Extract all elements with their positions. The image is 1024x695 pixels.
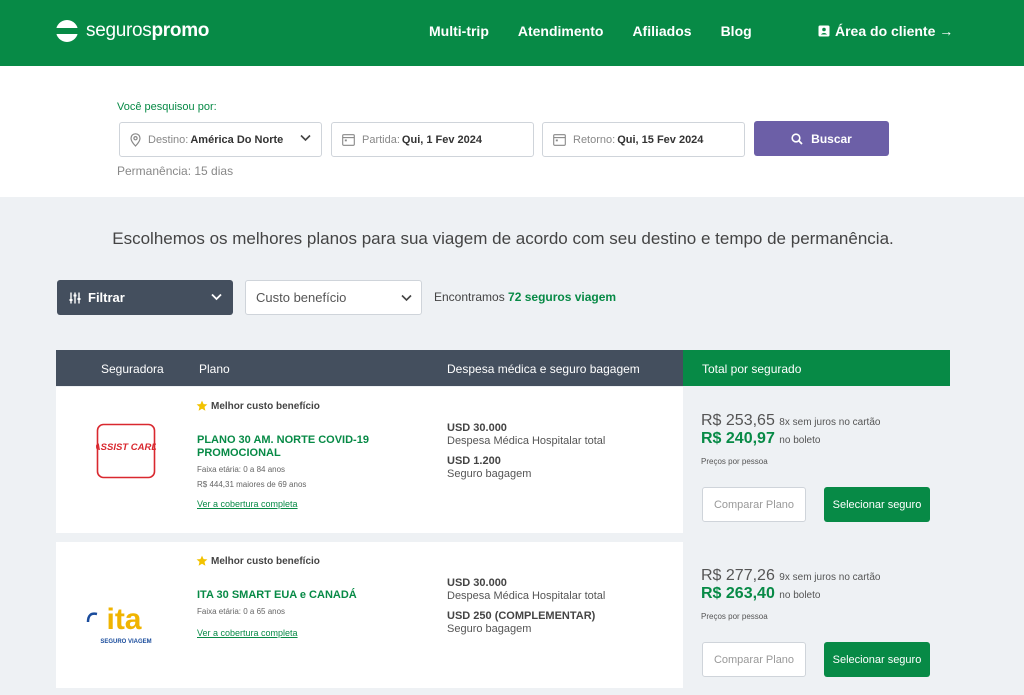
assist-card-logo-text: ASSIST CARD <box>96 442 156 453</box>
return-date-field[interactable]: Retorno: Qui, 15 Fev 2024 <box>542 122 745 157</box>
insurer-logo-ita: ita SEGURO VIAGEM <box>84 592 169 648</box>
price-card: R$ 277,26 9x sem juros no cartão <box>701 567 880 585</box>
header-total-cell: Total por segurado <box>683 350 950 386</box>
results-table-header: Seguradora Plano Despesa médica e seguro… <box>56 350 950 386</box>
filter-sliders-icon <box>69 292 81 303</box>
medical-desc: Despesa Médica Hospitalar total <box>447 435 606 447</box>
destination-label: Destino: <box>148 133 189 146</box>
nav-afiliados[interactable]: Afiliados <box>632 23 691 39</box>
results-count-prefix: Encontramos <box>434 290 505 304</box>
stay-duration: Permanência: 15 dias <box>117 164 234 178</box>
departure-value: Qui, 1 Fev 2024 <box>401 133 483 146</box>
departure-date-field[interactable]: Partida: Qui, 1 Fev 2024 <box>331 122 534 157</box>
price-card: R$ 253,65 8x sem juros no cartão <box>701 412 880 430</box>
baggage-amount: USD 1.200 <box>447 455 501 467</box>
select-insurance-button[interactable]: Selecionar seguro <box>824 642 930 677</box>
plan-extra-info: R$ 444,31 maiores de 69 anos <box>197 480 307 489</box>
client-area-link[interactable]: Área do cliente → <box>818 23 953 39</box>
ita-logo-subtext: SEGURO VIAGEM <box>100 639 151 645</box>
results-intro: Escolhemos os melhores planos para sua v… <box>112 229 894 248</box>
nav-blog[interactable]: Blog <box>721 23 752 39</box>
search-icon <box>791 132 803 145</box>
baggage-amount: USD 250 (COMPLEMENTAR) <box>447 610 596 622</box>
star-icon <box>196 555 208 566</box>
plan-name: PLANO 30 AM. NORTE COVID-19 PROMOCIONAL <box>197 434 369 459</box>
search-summary-label: Você pesquisou por: <box>117 101 217 113</box>
logo-icon <box>56 20 78 42</box>
destination-value: América Do Norte <box>190 133 284 146</box>
chevron-down-icon <box>401 294 412 302</box>
price-boleto-value: R$ 263,40 <box>701 585 775 602</box>
medical-amount: USD 30.000 <box>447 577 507 589</box>
compare-plan-button[interactable]: Comparar Plano <box>702 487 806 522</box>
boleto-label: no boleto <box>779 435 821 446</box>
return-label: Retorno: <box>573 133 616 146</box>
per-person-note: Preços por pessoa <box>701 612 768 621</box>
filter-button-label: Filtrar <box>88 290 125 305</box>
top-header: segurospromo Multi-trip Atendimento Afil… <box>0 0 1024 66</box>
calendar-icon <box>342 134 355 146</box>
installments: 9x sem juros no cartão <box>779 572 881 583</box>
star-icon <box>196 400 208 411</box>
per-person-note: Preços por pessoa <box>701 457 768 466</box>
nav-multi-trip[interactable]: Multi-trip <box>429 23 489 39</box>
header-insurer: Seguradora <box>101 362 164 376</box>
boleto-label: no boleto <box>779 590 821 601</box>
chevron-down-icon <box>211 293 222 301</box>
search-panel: Você pesquisou por: Destino: América Do … <box>0 66 1024 197</box>
logo-text: segurospromo <box>86 20 210 41</box>
filter-button[interactable]: Filtrar <box>57 280 233 315</box>
results-count: Encontramos 72 seguros viagem <box>434 290 616 304</box>
coverage-link[interactable]: Ver a cobertura completa <box>197 499 298 509</box>
site-logo[interactable]: segurospromo <box>56 18 209 44</box>
medical-amount: USD 30.000 <box>447 422 507 434</box>
search-button-label: Buscar <box>811 131 852 146</box>
search-button[interactable]: Buscar <box>754 121 889 156</box>
plan-age-range: Faixa etária: 0 a 65 anos <box>197 607 286 616</box>
departure-label: Partida: <box>362 133 400 146</box>
location-pin-icon <box>130 132 141 147</box>
price-boleto: R$ 263,40 no boleto <box>701 585 820 603</box>
best-value-badge: Melhor custo benefício <box>196 555 320 567</box>
price-card-value: R$ 277,26 <box>701 567 775 584</box>
plan-name: ITA 30 SMART EUA e CANADÁ <box>197 589 357 601</box>
badge-label: Melhor custo benefício <box>211 555 320 567</box>
main-nav: Multi-trip Atendimento Afiliados Blog <box>429 23 781 39</box>
price-boleto: R$ 240,97 no boleto <box>701 430 820 448</box>
coverage-link[interactable]: Ver a cobertura completa <box>197 628 298 638</box>
header-total: Total por segurado <box>702 362 802 376</box>
select-insurance-button[interactable]: Selecionar seguro <box>824 487 930 522</box>
sort-value: Custo benefício <box>256 290 347 305</box>
insurer-logo-assist-card: ASSIST CARD <box>93 423 158 479</box>
sort-select[interactable]: Custo benefício <box>245 280 422 315</box>
calendar-icon <box>553 134 566 146</box>
header-plan: Plano <box>199 362 230 376</box>
chevron-down-icon <box>300 134 311 142</box>
price-boleto-value: R$ 240,97 <box>701 430 775 447</box>
plan-card: ita SEGURO VIAGEM Melhor custo benefício… <box>56 542 950 688</box>
badge-label: Melhor custo benefício <box>211 400 320 412</box>
user-card-icon <box>818 25 830 37</box>
price-card-value: R$ 253,65 <box>701 412 775 429</box>
header-coverage: Despesa médica e seguro bagagem <box>447 362 640 376</box>
return-value: Qui, 15 Fev 2024 <box>617 133 704 146</box>
plan-age-range: Faixa etária: 0 a 84 anos <box>197 465 286 474</box>
client-area-label: Área do cliente → <box>835 23 954 39</box>
nav-atendimento[interactable]: Atendimento <box>518 23 604 39</box>
plan-card: ASSIST CARD Melhor custo benefício PLANO… <box>56 387 950 533</box>
compare-plan-button[interactable]: Comparar Plano <box>702 642 806 677</box>
baggage-desc: Seguro bagagem <box>447 623 532 635</box>
medical-desc: Despesa Médica Hospitalar total <box>447 590 606 602</box>
destination-select[interactable]: Destino: América Do Norte <box>119 122 322 157</box>
ita-logo-text: ita <box>106 603 141 636</box>
installments: 8x sem juros no cartão <box>779 417 881 428</box>
results-count-value: 72 seguros viagem <box>508 290 617 304</box>
best-value-badge: Melhor custo benefício <box>196 400 320 412</box>
baggage-desc: Seguro bagagem <box>447 468 532 480</box>
